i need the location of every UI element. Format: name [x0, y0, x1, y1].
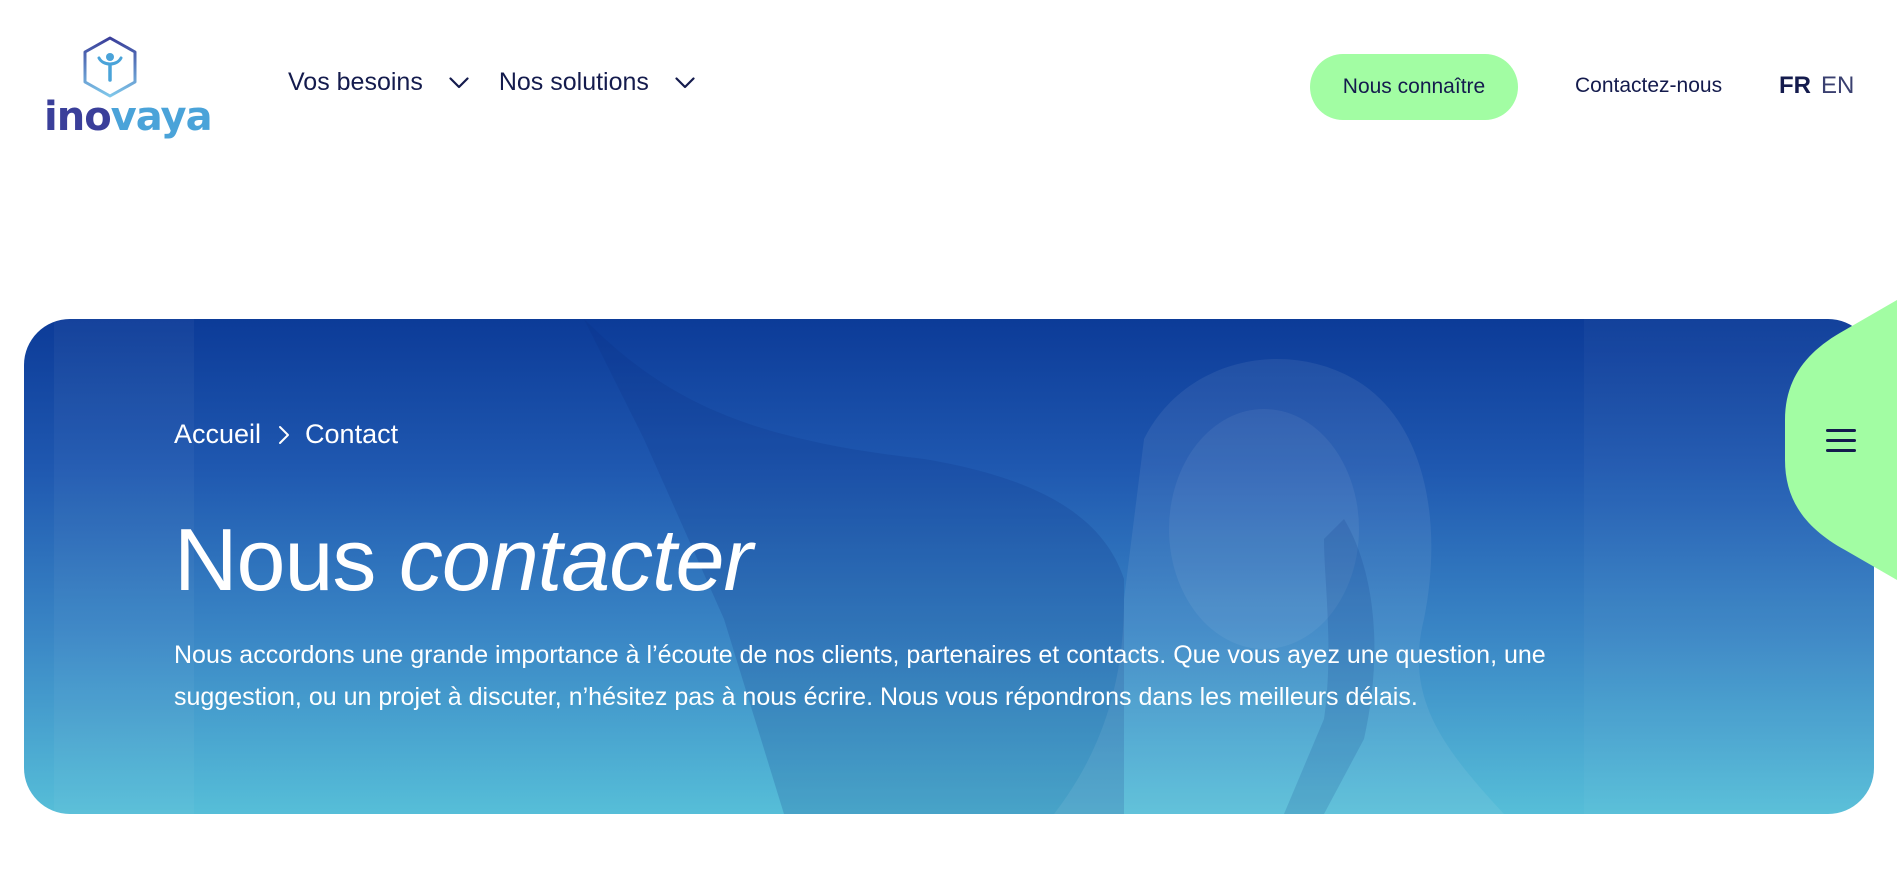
- lang-en-link[interactable]: EN: [1821, 72, 1854, 100]
- page-title-plain: Nous: [174, 510, 399, 609]
- logo-part-1: ino: [44, 94, 112, 140]
- hero-banner: Accueil Contact Nous contacter Nous acco…: [24, 319, 1874, 814]
- inovaya-logo[interactable]: inovaya: [44, 36, 213, 140]
- main-nav: Vos besoins Nos solutions: [288, 68, 695, 97]
- page-title: Nous contacter: [174, 509, 753, 611]
- language-switcher: FR EN: [1779, 72, 1854, 100]
- nav-item-nos-solutions[interactable]: Nos solutions: [499, 68, 695, 97]
- nav-item-label: Nos solutions: [498, 68, 649, 96]
- nous-connaitre-button[interactable]: Nous connaître: [1310, 54, 1518, 120]
- chevron-down-icon: [449, 76, 469, 88]
- nav-item-vos-besoins[interactable]: Vos besoins: [288, 68, 469, 97]
- side-menu-tab[interactable]: [1785, 300, 1897, 580]
- contactez-nous-link[interactable]: Contactez-nous: [1575, 74, 1722, 98]
- logo-wordmark: inovaya: [44, 94, 213, 140]
- nav-item-label: Vos besoins: [288, 68, 423, 96]
- breadcrumb-home-link[interactable]: Accueil: [174, 419, 261, 450]
- breadcrumb-current: Contact: [305, 419, 399, 449]
- hero-description: Nous accordons une grande importance à l…: [174, 641, 1546, 711]
- site-header: inovaya Vos besoins Nos solutions Nous c…: [0, 0, 1897, 175]
- breadcrumb: Accueil Contact: [174, 419, 398, 450]
- lang-fr-link[interactable]: FR: [1779, 72, 1811, 100]
- logo-part-2: vaya: [110, 94, 213, 140]
- page-title-italic: contacter: [398, 510, 753, 609]
- hexagon-person-icon: [83, 36, 137, 98]
- chevron-down-icon: [675, 76, 695, 88]
- chevron-right-icon: [279, 425, 290, 444]
